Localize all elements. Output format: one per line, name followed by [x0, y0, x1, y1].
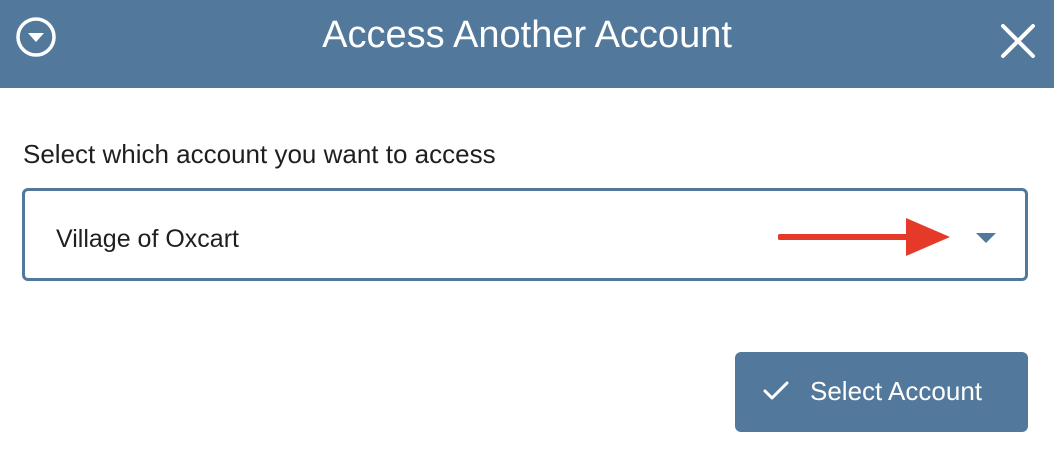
chevron-down-circle-icon [14, 15, 58, 59]
account-select-value: Village of Oxcart [56, 225, 239, 253]
dialog-header: Access Another Account [0, 0, 1054, 88]
close-icon [997, 20, 1039, 62]
dialog-title: Access Another Account [322, 14, 732, 56]
select-prompt-label: Select which account you want to access [23, 139, 496, 169]
caret-down-icon [976, 233, 996, 243]
collapse-button[interactable] [14, 15, 58, 59]
select-account-label: Select Account [810, 376, 982, 406]
checkmark-icon [763, 380, 789, 402]
right-arrow-icon [778, 214, 953, 260]
close-button[interactable] [997, 20, 1039, 62]
select-account-button[interactable]: Select Account [735, 352, 1028, 432]
